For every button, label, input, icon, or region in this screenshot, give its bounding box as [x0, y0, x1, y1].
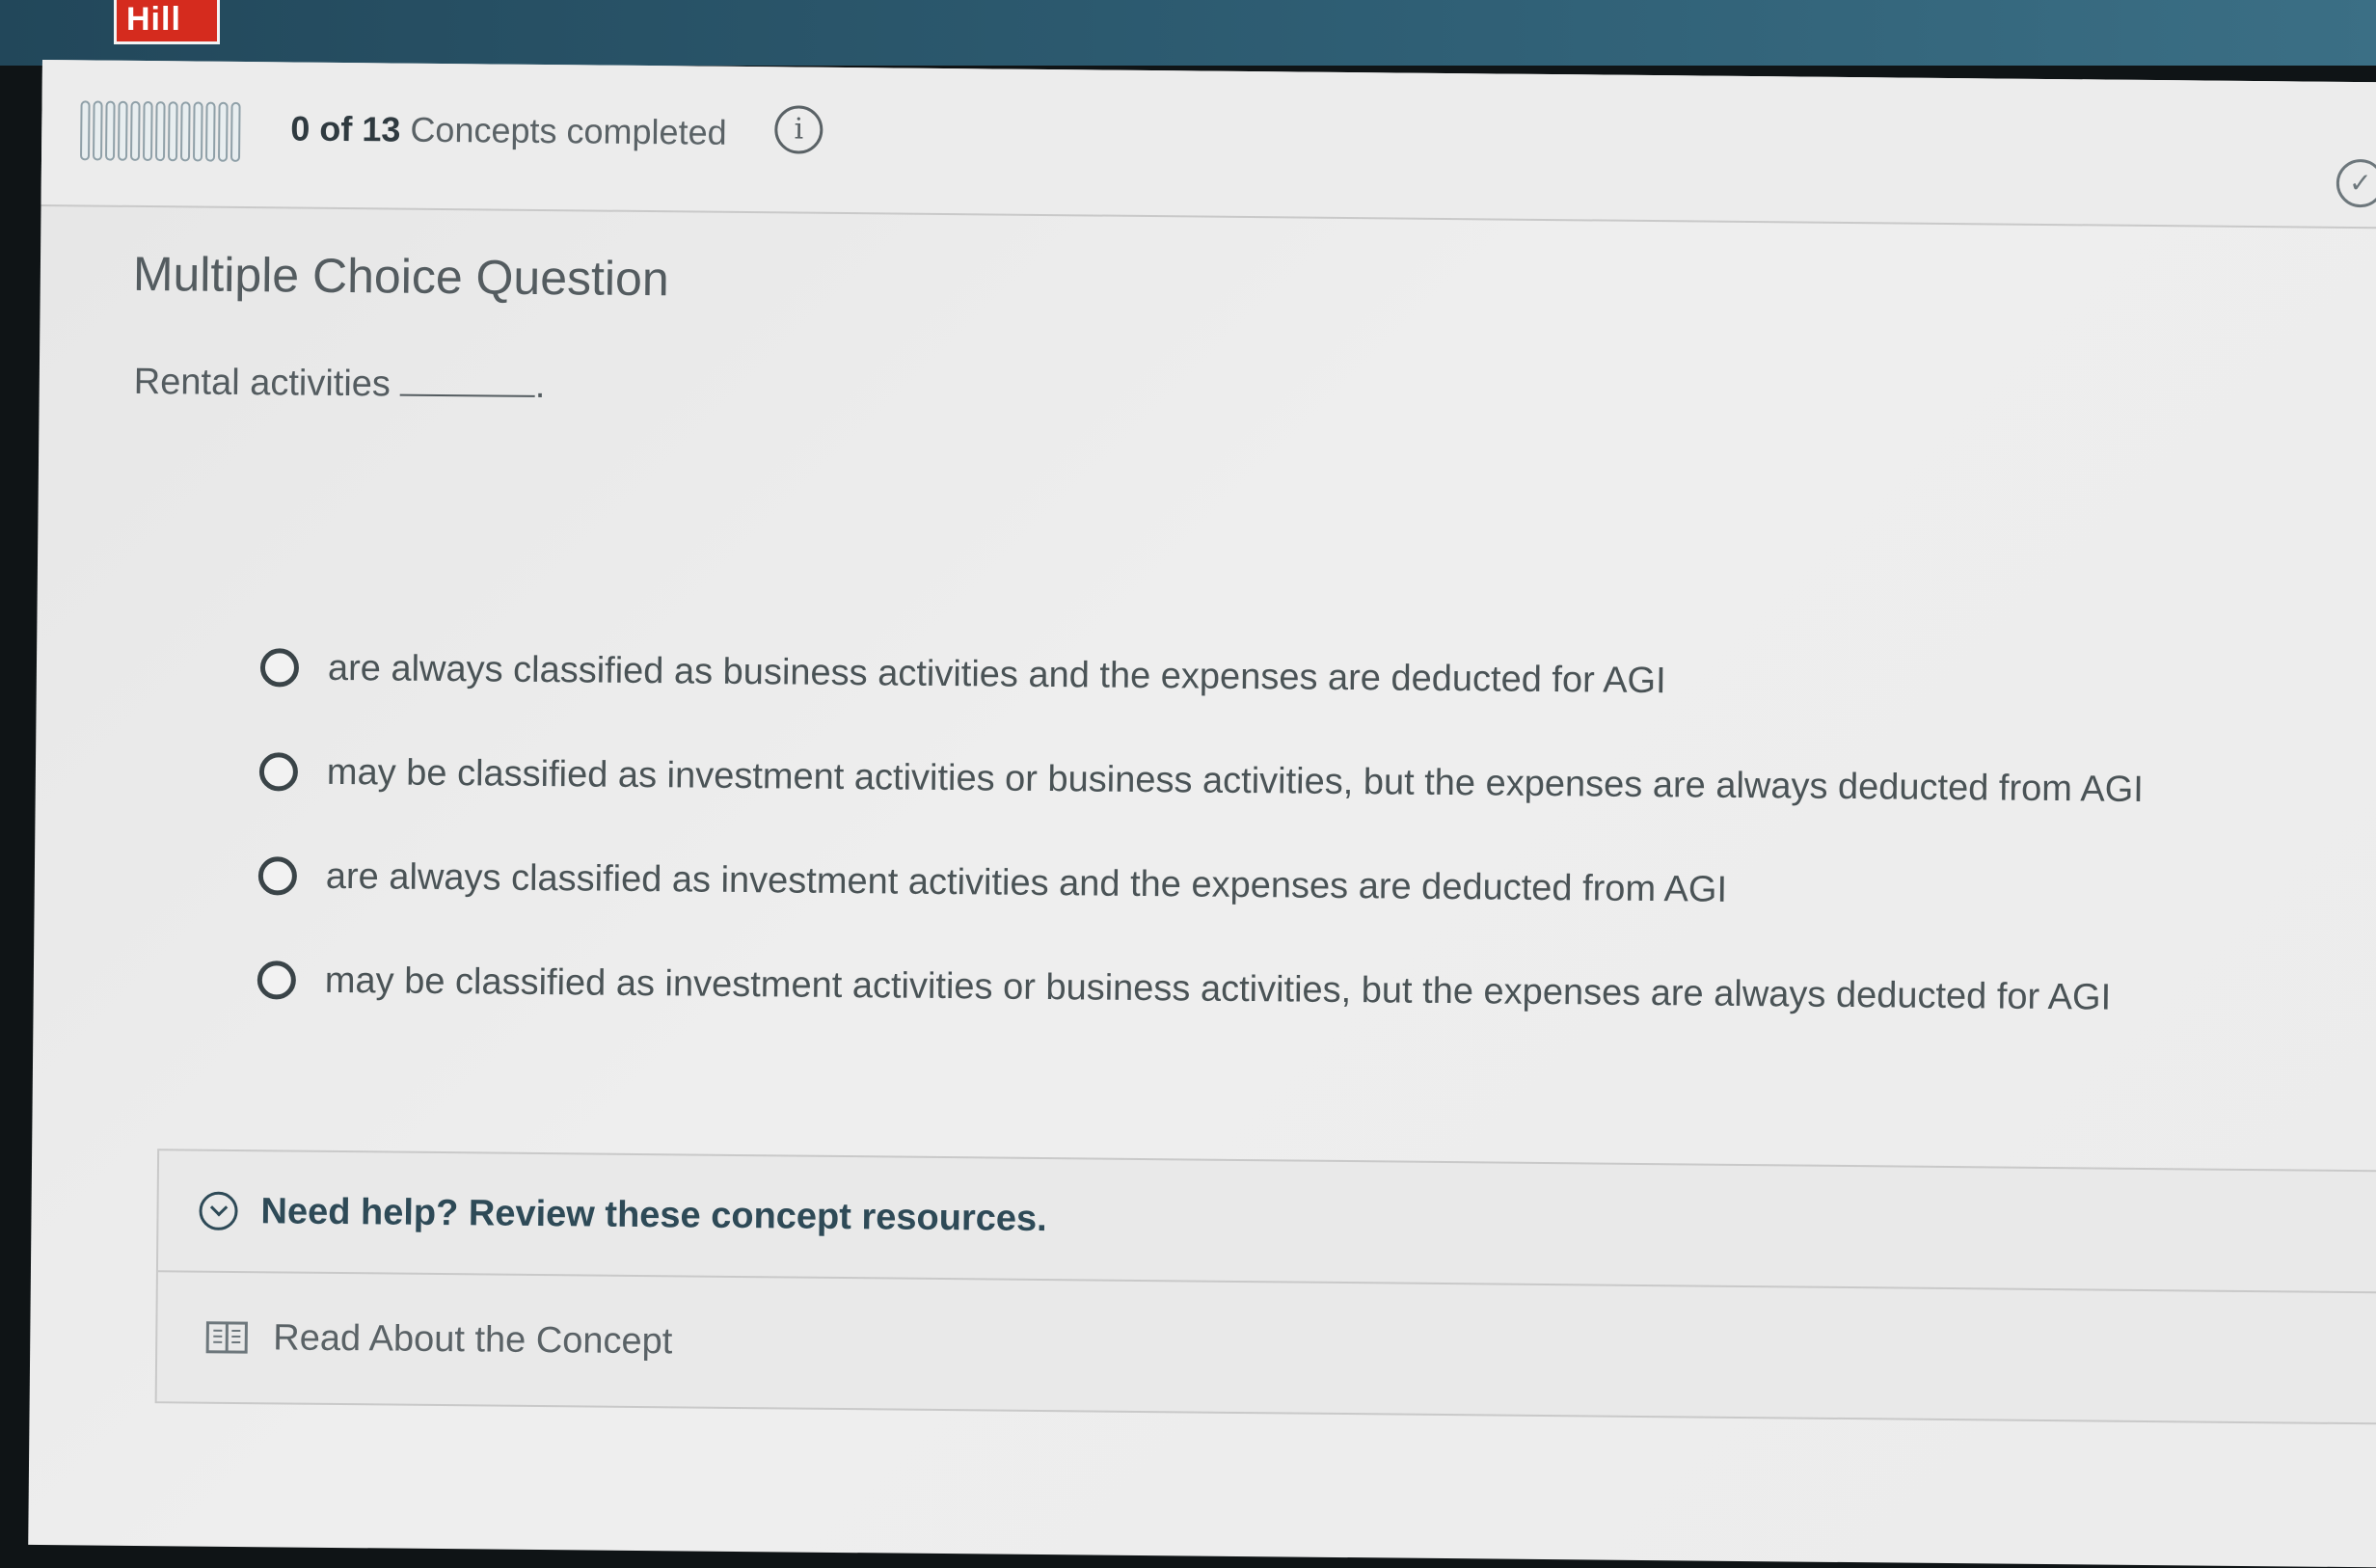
- help-panel: Need help? Review these concept resource…: [155, 1149, 2376, 1424]
- progress-segment: [143, 101, 153, 161]
- brand-logo: Hill: [114, 0, 220, 44]
- radio-button[interactable]: [257, 960, 296, 999]
- help-title: Need help? Review these concept resource…: [260, 1191, 1047, 1240]
- progress-label: Concepts completed: [410, 110, 727, 152]
- question-stem: Rental activities.: [134, 362, 546, 407]
- top-bar: Hill: [0, 0, 2376, 66]
- of-word: of: [319, 109, 352, 149]
- answer-option-1[interactable]: are always classified as business activi…: [259, 615, 2145, 738]
- answer-option-label: are always classified as investment acti…: [326, 855, 1728, 910]
- progress-segment: [155, 101, 166, 161]
- progress-segment: [118, 101, 128, 161]
- chevron-down-circle-icon[interactable]: [199, 1192, 237, 1230]
- read-about-concept-label: Read About the Concept: [273, 1317, 672, 1363]
- question-stem-text: Rental activities: [134, 362, 392, 405]
- progress-segment: [230, 102, 241, 162]
- info-icon[interactable]: i: [774, 105, 823, 153]
- progress-segment: [205, 102, 216, 162]
- progress-segment: [93, 101, 103, 161]
- radio-button[interactable]: [258, 856, 297, 895]
- answer-option-label: may be classified as investment activiti…: [325, 960, 2112, 1018]
- progress-bar: [80, 100, 241, 166]
- progress-segment: [130, 101, 141, 161]
- question-type-title: Multiple Choice Question: [133, 246, 669, 307]
- answer-option-2[interactable]: may be classified as investment activiti…: [258, 719, 2144, 842]
- progress-segment: [80, 100, 91, 160]
- read-about-concept-link[interactable]: Read About the Concept: [157, 1272, 2376, 1422]
- answer-option-label: may be classified as investment activiti…: [327, 751, 2144, 810]
- checkmark-circle-icon[interactable]: ✓: [2336, 159, 2376, 207]
- progress-text: 0 of 13 Concepts completed: [290, 108, 727, 152]
- progress-segment: [193, 102, 203, 162]
- progress-segment: [168, 101, 178, 161]
- answer-blank: [400, 365, 535, 397]
- help-toggle[interactable]: Need help? Review these concept resource…: [158, 1150, 2376, 1293]
- progress-header: 0 of 13 Concepts completed i ✓: [41, 60, 2376, 229]
- answer-option-3[interactable]: are always classified as investment acti…: [257, 824, 2143, 946]
- progress-segment: [105, 101, 116, 161]
- book-icon: [205, 1320, 248, 1355]
- progress-segment: [218, 102, 229, 162]
- total-count: 13: [362, 109, 400, 149]
- answer-options: are always classified as business activi…: [256, 615, 2145, 1050]
- radio-button[interactable]: [259, 752, 298, 791]
- progress-segment: [180, 101, 191, 161]
- answer-option-4[interactable]: may be classified as investment activiti…: [256, 928, 2142, 1050]
- question-screen: 0 of 13 Concepts completed i ✓ Multiple …: [28, 60, 2376, 1567]
- radio-button[interactable]: [260, 648, 299, 687]
- completed-count: 0: [290, 108, 310, 148]
- question-stem-suffix: .: [535, 365, 546, 406]
- answer-option-label: are always classified as business activi…: [328, 647, 1666, 701]
